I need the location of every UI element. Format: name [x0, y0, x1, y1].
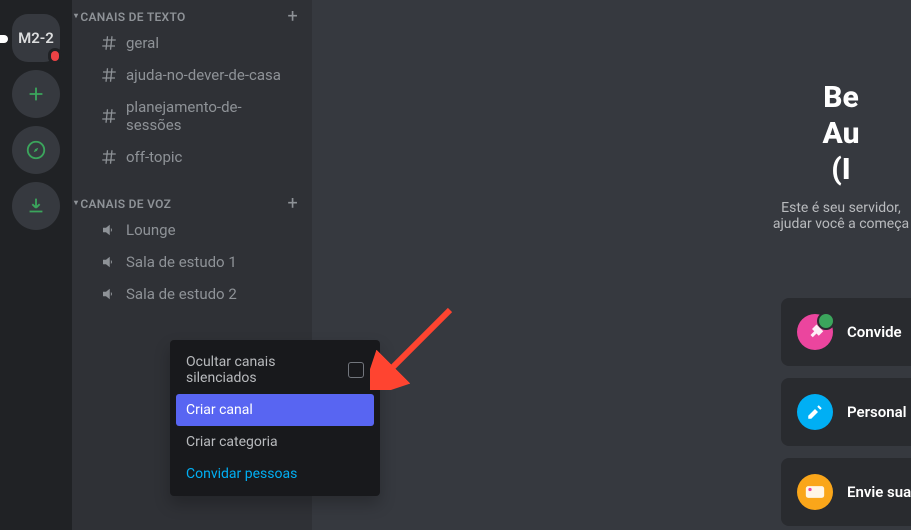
card-label: Envie sua [847, 483, 911, 501]
voice-channel[interactable]: Sala de estudo 2 [80, 279, 304, 309]
onboarding-cards: Convide Personal Envie sua [781, 298, 911, 526]
plus-icon [25, 83, 47, 105]
personalize-icon [797, 394, 833, 430]
speaker-icon [100, 285, 118, 303]
channel-name: off-topic [126, 148, 182, 166]
compass-icon [25, 139, 47, 161]
ctx-label: Ocultar canais silenciados [186, 354, 348, 386]
main-content: Be Au (I Este é seu servidor, ajudar voc… [312, 0, 911, 530]
explore-servers-button[interactable] [12, 126, 60, 174]
welcome-subtext: Este é seu servidor, ajudar você a começ… [771, 200, 911, 232]
ctx-mute-channels[interactable]: Ocultar canais silenciados [176, 346, 374, 394]
chevron-down-icon: ▾ [74, 11, 78, 20]
personalize-card[interactable]: Personal [781, 378, 911, 446]
ctx-label: Criar categoria [186, 434, 278, 450]
ctx-label: Criar canal [186, 402, 253, 418]
channel-name: Sala de estudo 1 [126, 253, 237, 271]
channel-name: Lounge [126, 221, 176, 239]
speaker-icon [100, 221, 118, 239]
hash-icon [100, 66, 118, 84]
download-icon [25, 195, 47, 217]
checkbox-icon[interactable] [348, 362, 364, 378]
card-label: Personal [847, 403, 907, 421]
invite-icon [797, 314, 833, 350]
ctx-label: Convidar pessoas [186, 466, 297, 482]
hash-icon [100, 107, 118, 125]
welcome-heading: Be Au (I [771, 80, 911, 188]
ctx-create-category[interactable]: Criar categoria [176, 426, 374, 458]
voice-channel[interactable]: Sala de estudo 1 [80, 247, 304, 277]
channel-name: ajuda-no-dever-de-casa [126, 66, 281, 84]
ctx-create-channel[interactable]: Criar canal [176, 394, 374, 426]
card-label: Convide [847, 323, 902, 341]
guild-server[interactable]: M2-2 [12, 14, 60, 62]
send-icon [797, 474, 833, 510]
welcome-block: Be Au (I Este é seu servidor, ajudar voc… [771, 80, 911, 232]
invite-card[interactable]: Convide [781, 298, 911, 366]
text-channel[interactable]: off-topic [80, 142, 304, 172]
create-channel-plus[interactable]: + [281, 6, 304, 27]
speaker-icon [100, 253, 118, 271]
text-channels-category[interactable]: ▾ CANAIS DE TEXTO + [72, 0, 312, 27]
chevron-down-icon: ▾ [74, 198, 78, 207]
download-apps-button[interactable] [12, 182, 60, 230]
hash-icon [100, 148, 118, 166]
text-channel[interactable]: geral [80, 28, 304, 58]
context-menu: Ocultar canais silenciados Criar canal C… [170, 340, 380, 496]
text-channel[interactable]: planejamento-de-sessões [80, 92, 304, 140]
guild-selected-pill [0, 35, 8, 43]
voice-channels-category[interactable]: ▾ CANAIS DE VOZ + [72, 187, 312, 214]
text-channel[interactable]: ajuda-no-dever-de-casa [80, 60, 304, 90]
guild-server-initials: M2-2 [18, 29, 54, 47]
category-label: CANAIS DE VOZ [80, 197, 171, 211]
channel-name: Sala de estudo 2 [126, 285, 237, 303]
send-card[interactable]: Envie sua [781, 458, 911, 526]
guild-sidebar: M2-2 [0, 0, 72, 530]
create-channel-plus[interactable]: + [281, 193, 304, 214]
category-label: CANAIS DE TEXTO [80, 10, 185, 24]
voice-channel[interactable]: Lounge [80, 215, 304, 245]
hash-icon [100, 34, 118, 52]
channel-name: planejamento-de-sessões [126, 98, 296, 134]
notification-badge [48, 48, 62, 64]
add-server-button[interactable] [12, 70, 60, 118]
channel-name: geral [126, 34, 159, 52]
ctx-invite-people[interactable]: Convidar pessoas [176, 458, 374, 490]
